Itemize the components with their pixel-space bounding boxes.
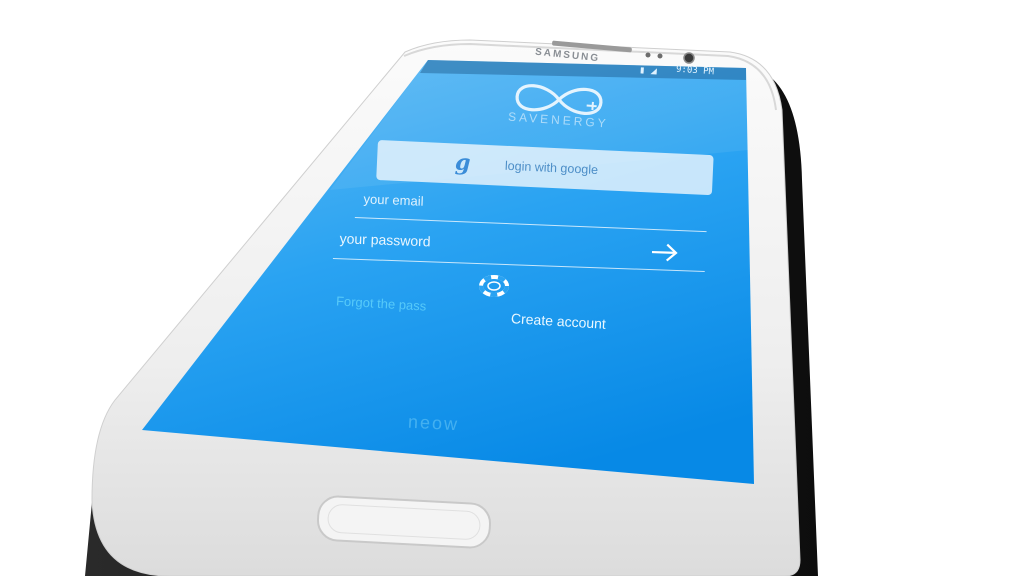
brand-logo-text: SAMSUNG bbox=[534, 46, 601, 65]
google-login-label: login with google bbox=[504, 158, 599, 178]
login-with-google-button[interactable]: g login with google bbox=[376, 140, 714, 196]
email-field[interactable]: your email bbox=[354, 189, 708, 233]
bottom-logo-mark: neow bbox=[407, 411, 460, 435]
password-field[interactable]: your password bbox=[332, 228, 706, 272]
create-account-link[interactable]: Create account bbox=[511, 310, 607, 332]
status-icons: ▮ ◢ bbox=[639, 65, 660, 76]
email-placeholder: your email bbox=[363, 191, 424, 209]
app-ui: SAMSUNG ▮ ◢ 9:03 PM SAVENERGY g login wi… bbox=[0, 0, 1024, 576]
google-g-icon: g bbox=[454, 149, 472, 177]
app-title: SAVENERGY bbox=[507, 109, 610, 131]
forgot-password-link[interactable]: Forgot the pass bbox=[336, 293, 427, 313]
status-time: 9:03 PM bbox=[675, 64, 715, 78]
password-placeholder: your password bbox=[339, 230, 431, 250]
